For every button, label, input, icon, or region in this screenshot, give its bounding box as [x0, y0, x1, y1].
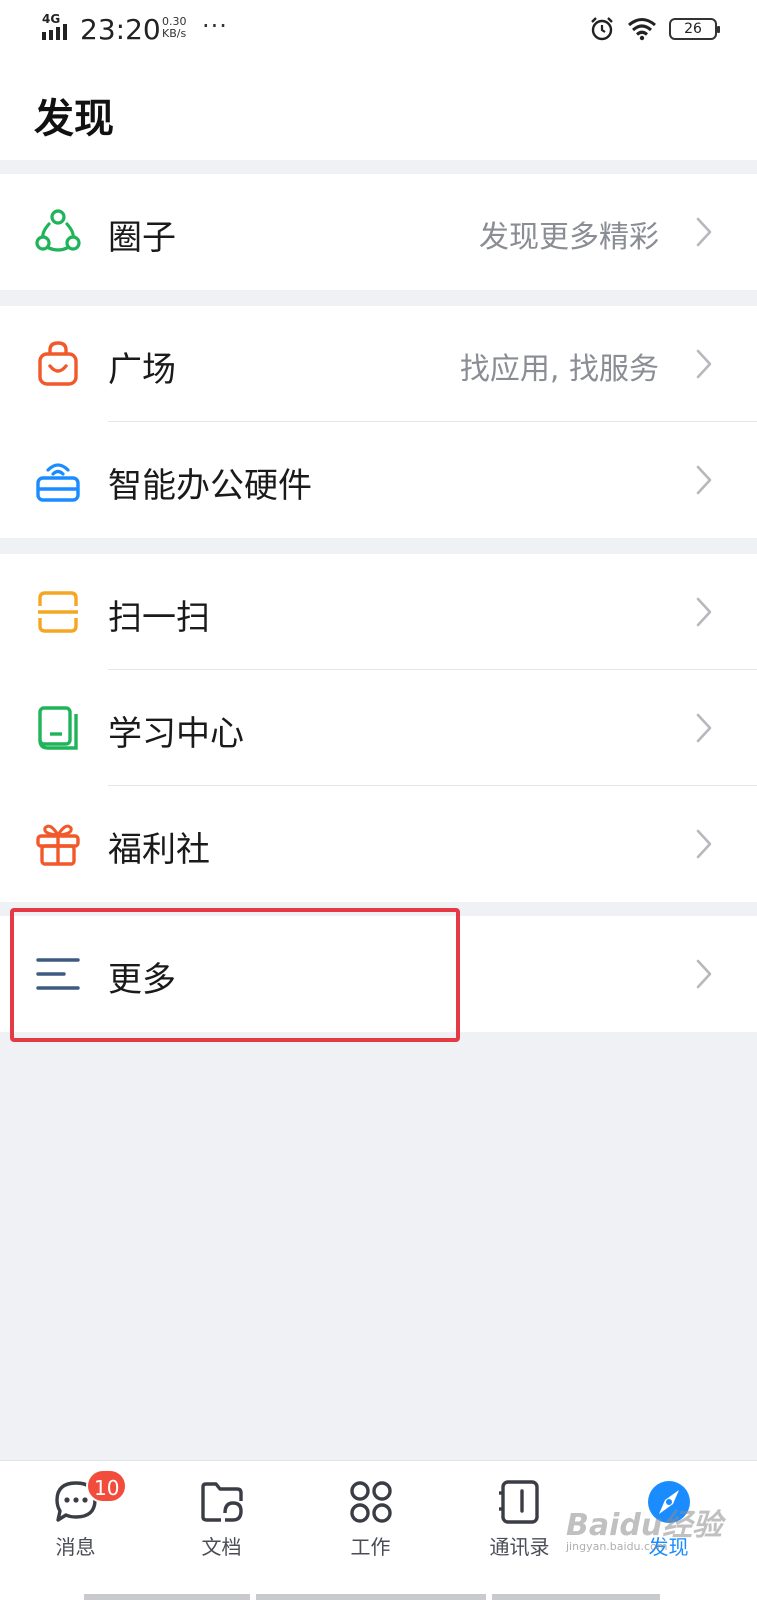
menu-group-4: 更多	[0, 916, 757, 1032]
tab-work[interactable]: 工作	[295, 1461, 446, 1571]
menu-item-label: 更多	[108, 960, 176, 1000]
menu-item-more[interactable]: 更多	[0, 916, 757, 1032]
alarm-icon	[591, 17, 613, 41]
page-title: 发现	[34, 96, 114, 142]
status-icons: 26	[589, 14, 720, 44]
menu-group-3: 扫一扫 学习中心 福利社	[0, 554, 757, 902]
chevron-right-icon	[696, 217, 712, 247]
tab-documents[interactable]: 文档	[146, 1461, 297, 1571]
menu-item-label: 福利社	[108, 830, 210, 870]
menu-item-label: 智能办公硬件	[108, 466, 312, 506]
menu-item-learning-center[interactable]: 学习中心	[0, 670, 757, 786]
battery-indicator: 26	[669, 18, 720, 40]
menu-lines-icon	[36, 958, 80, 990]
more-notifications-icon: ···	[202, 12, 228, 40]
book-icon	[38, 706, 78, 750]
document-folder-icon	[200, 1482, 243, 1522]
unread-badge: 10	[86, 1469, 128, 1503]
status-bar: 4G 23:20 0.30 KB/s ··· 26	[0, 0, 757, 60]
nav-indicator	[84, 1594, 250, 1600]
chevron-right-icon	[696, 829, 712, 859]
menu-item-label: 广场	[108, 350, 176, 390]
page-header: 发现	[0, 60, 757, 160]
menu-item-label: 扫一扫	[108, 598, 210, 638]
wifi-icon	[628, 18, 656, 41]
shopping-bag-icon	[38, 341, 78, 386]
menu-group-2: 广场 找应用, 找服务 智能办公硬件	[0, 306, 757, 538]
tab-label: 工作	[350, 1535, 391, 1559]
contacts-icon	[498, 1480, 539, 1524]
chevron-right-icon	[696, 465, 712, 495]
chevron-right-icon	[696, 959, 712, 989]
speed-unit: KB/s	[162, 27, 187, 40]
menu-group-1: 圈子 发现更多精彩	[0, 174, 757, 290]
menu-item-welfare[interactable]: 福利社	[0, 786, 757, 902]
menu-item-smart-hardware[interactable]: 智能办公硬件	[0, 422, 757, 538]
menu-item-scan[interactable]: 扫一扫	[0, 554, 757, 670]
network-speed: 0.30 KB/s	[162, 16, 187, 40]
menu-item-plaza[interactable]: 广场 找应用, 找服务	[0, 306, 757, 422]
watermark: Baidu经验	[566, 1508, 723, 1543]
chevron-right-icon	[696, 349, 712, 379]
smart-hardware-icon	[36, 463, 80, 502]
tab-messages[interactable]: 10 消息	[0, 1461, 151, 1571]
scan-icon	[38, 591, 78, 633]
nav-indicator	[492, 1594, 660, 1600]
menu-item-label: 圈子	[108, 218, 176, 258]
circle-community-icon	[35, 209, 81, 252]
menu-item-label: 学习中心	[108, 714, 244, 754]
nav-indicator	[256, 1594, 486, 1600]
menu-item-hint: 发现更多精彩	[479, 220, 659, 255]
signal-icon	[42, 24, 67, 40]
menu-item-hint: 找应用, 找服务	[459, 352, 659, 387]
chevron-right-icon	[696, 597, 712, 627]
tab-label: 文档	[201, 1535, 242, 1559]
gift-icon	[36, 824, 80, 866]
tab-label: 消息	[55, 1535, 96, 1559]
watermark-url: jingyan.baidu.com	[566, 1540, 668, 1553]
clock: 23:20	[80, 13, 161, 46]
menu-item-circle[interactable]: 圈子 发现更多精彩	[0, 174, 757, 290]
chevron-right-icon	[696, 713, 712, 743]
work-grid-icon	[349, 1481, 392, 1523]
